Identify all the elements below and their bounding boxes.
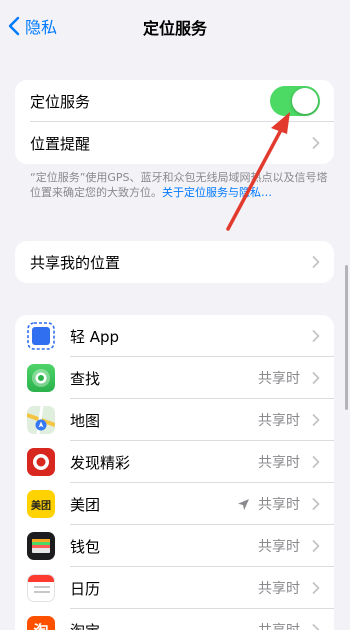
toggle-knob — [292, 88, 318, 114]
location-services-label: 定位服务 — [30, 92, 91, 111]
app-name: 地图 — [70, 411, 101, 430]
maps-icon — [27, 406, 55, 434]
calendar-icon — [27, 574, 55, 602]
chevron-right-icon — [312, 456, 320, 468]
app-name: 发现精彩 — [70, 453, 131, 472]
app-status: 共享时 — [237, 494, 300, 514]
app-name: 日历 — [70, 579, 101, 598]
wallet-icon — [27, 532, 55, 560]
app-name: 轻 App — [70, 327, 120, 346]
chevron-right-icon — [312, 372, 320, 384]
location-alerts-row[interactable]: 位置提醒 — [15, 122, 334, 164]
chevron-right-icon — [312, 582, 320, 594]
app-status: 共享时 — [258, 581, 300, 597]
privacy-link[interactable]: 关于定位服务与隐私… — [162, 186, 272, 199]
app-row-maps[interactable]: 地图 共享时 — [15, 399, 334, 441]
chevron-right-icon — [312, 256, 320, 268]
location-settings-group: 定位服务 位置提醒 — [15, 80, 334, 164]
share-location-group: 共享我的位置 — [15, 241, 334, 283]
app-name: 美团 — [70, 495, 101, 514]
location-services-footnote: “定位服务”使用GPS、蓝牙和众包无线局域网热点以及信号塔位置来确定您的大致方位… — [30, 170, 330, 200]
app-status: 共享时 — [258, 539, 300, 555]
app-status: 共享时 — [258, 455, 300, 471]
share-my-location-label: 共享我的位置 — [30, 253, 121, 272]
light-app-icon — [27, 322, 55, 350]
app-status: 共享时 — [258, 371, 300, 387]
app-row-meituan[interactable]: 美团 美团 共享时 — [15, 483, 334, 525]
app-row-discover[interactable]: 发现精彩 共享时 — [15, 441, 334, 483]
scroll-indicator — [345, 265, 348, 410]
app-name: 淘宝 — [70, 620, 100, 630]
app-row-light-app[interactable]: 轻 App — [15, 315, 334, 357]
app-row-wallet[interactable]: 钱包 共享时 — [15, 525, 334, 567]
app-name: 钱包 — [70, 537, 101, 556]
share-my-location-row[interactable]: 共享我的位置 — [15, 241, 334, 283]
app-row-taobao[interactable]: 淘 淘宝 共享时 — [15, 609, 334, 630]
chevron-right-icon — [312, 540, 320, 552]
app-status: 共享时 — [258, 413, 300, 429]
chevron-right-icon — [312, 137, 320, 149]
find-my-icon — [27, 364, 55, 392]
app-row-calendar[interactable]: 日历 共享时 — [15, 567, 334, 609]
location-alerts-label: 位置提醒 — [30, 134, 91, 153]
app-list: 轻 App 查找 共享时 地图 共享时 发现精彩 共享时 美团 美团 共享时 钱… — [15, 315, 334, 630]
app-name: 查找 — [70, 369, 101, 388]
app-status: 共享时 — [258, 620, 300, 630]
chevron-right-icon — [312, 498, 320, 510]
taobao-icon: 淘 — [27, 616, 55, 630]
navigation-bar: 隐私 定位服务 — [0, 0, 350, 52]
page-title: 定位服务 — [142, 19, 207, 38]
chevron-right-icon — [312, 330, 320, 342]
chevron-right-icon — [312, 624, 320, 630]
location-services-row: 定位服务 — [15, 80, 334, 122]
meituan-icon: 美团 — [27, 490, 55, 518]
discover-icon — [27, 448, 55, 476]
chevron-right-icon — [312, 414, 320, 426]
location-services-toggle[interactable] — [270, 86, 320, 116]
app-row-find-my[interactable]: 查找 共享时 — [15, 357, 334, 399]
location-arrow-icon — [238, 498, 249, 510]
